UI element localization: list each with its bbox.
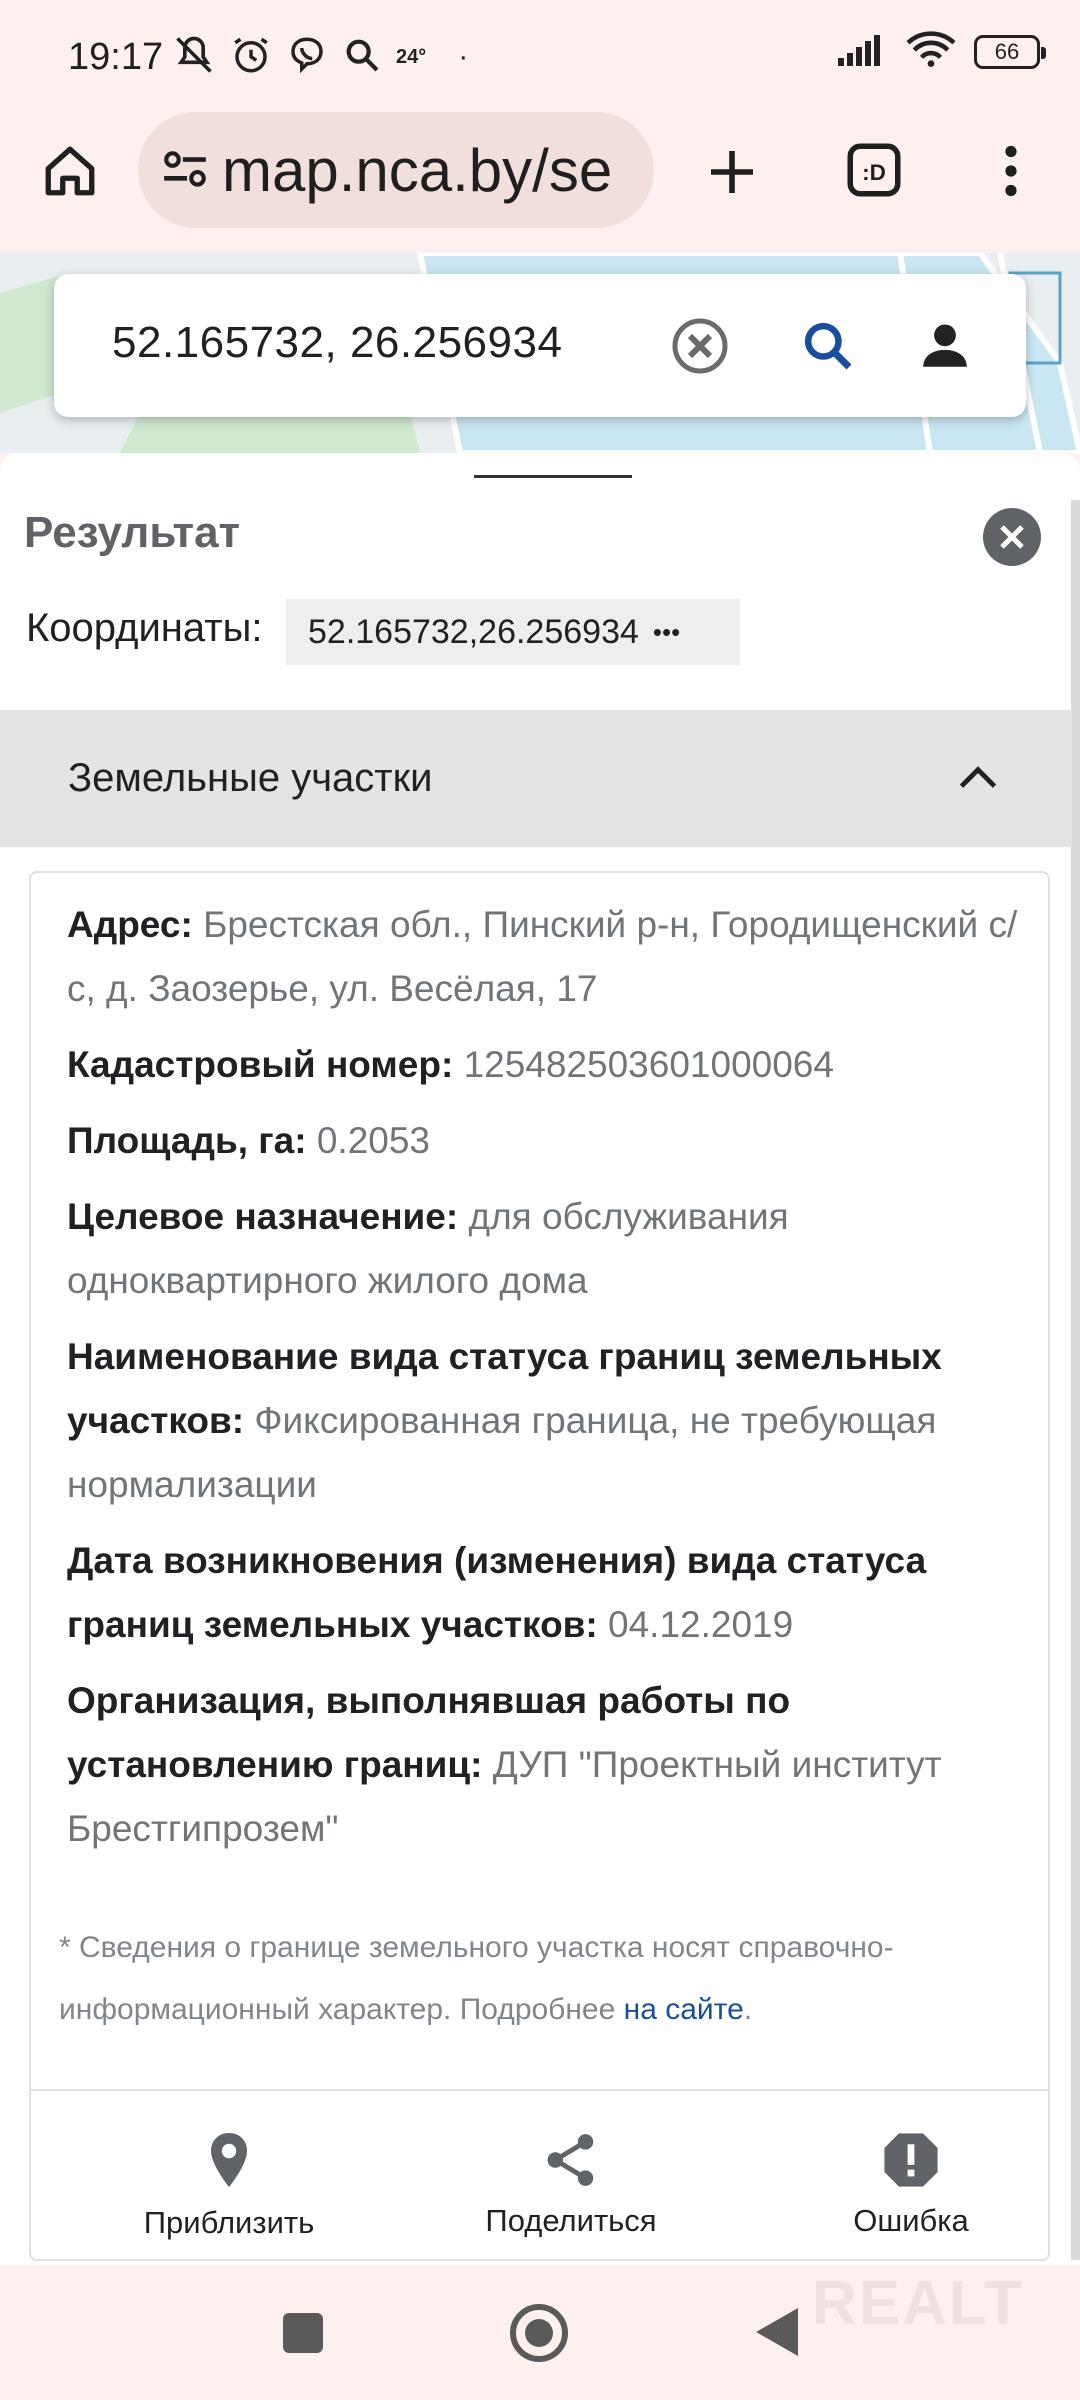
plus-icon	[711, 151, 753, 193]
new-tab-button[interactable]	[696, 136, 768, 208]
more-options-icon[interactable]: •••	[653, 617, 680, 648]
field-value: 0.2053	[316, 1120, 431, 1161]
parcel-fields: Адрес: Брестская обл., Пинский р-н, Горо…	[67, 893, 1027, 1873]
field-key: Кадастровый номер:	[67, 1044, 454, 1085]
error-icon	[884, 2133, 938, 2187]
share-button[interactable]: Поделиться	[401, 2091, 741, 2261]
coordinates-label: Координаты:	[26, 606, 263, 650]
field-key: Адрес:	[67, 904, 193, 945]
disclaimer-note: * Сведения о границе земельного участка …	[59, 1917, 1009, 2041]
panel-scrollbar[interactable]	[1071, 500, 1080, 2260]
status-right: 66	[838, 30, 1046, 73]
browser-menu-button[interactable]	[990, 138, 1032, 204]
field-address: Адрес: Брестская обл., Пинский р-н, Горо…	[67, 893, 1027, 1021]
home-button[interactable]	[38, 136, 102, 206]
url-text: map.nca.by/se	[222, 136, 613, 204]
field-key: Площадь, га:	[67, 1120, 307, 1161]
clear-search-button[interactable]	[670, 316, 730, 376]
svg-text::D: :D	[862, 160, 886, 185]
field-organization: Организация, выполнявшая работы по устан…	[67, 1669, 1027, 1861]
mute-icon	[172, 33, 216, 82]
more-info-link[interactable]: на сайте	[624, 1993, 744, 2026]
disclaimer-text: * Сведения о границе земельного участка …	[59, 1931, 894, 2026]
action-bar: Приблизить Поделиться Ошибка	[31, 2089, 1048, 2261]
search-input[interactable]: 52.165732, 26.256934	[112, 318, 562, 368]
share-icon	[547, 2134, 594, 2186]
share-label: Поделиться	[485, 2203, 657, 2238]
zoom-button[interactable]: Приблизить	[59, 2091, 399, 2261]
wifi-icon	[906, 30, 956, 73]
watermark: REALT	[812, 2269, 1025, 2338]
tab-switcher-button[interactable]: :D	[842, 138, 906, 202]
search-box: 52.165732, 26.256934	[54, 274, 1026, 417]
home-nav-button[interactable]	[508, 2302, 570, 2364]
back-nav-button[interactable]	[754, 2306, 800, 2358]
close-icon	[1000, 525, 1024, 549]
recents-button[interactable]	[282, 2312, 324, 2354]
report-error-button[interactable]: Ошибка	[741, 2091, 1080, 2261]
error-label: Ошибка	[853, 2203, 969, 2238]
accordion-title: Земельные участки	[68, 756, 433, 800]
field-key: Целевое назначение:	[67, 1196, 459, 1237]
field-value: 125482503601000064	[463, 1044, 834, 1085]
close-result-button[interactable]	[983, 508, 1041, 566]
signal-icon	[838, 32, 888, 71]
disclaimer-end: .	[743, 1993, 753, 2026]
account-button[interactable]	[916, 316, 974, 374]
field-area: Площадь, га: 0.2053	[67, 1109, 1027, 1173]
result-title: Результат	[24, 508, 241, 557]
field-cadastral-number: Кадастровый номер: 125482503601000064	[67, 1033, 1027, 1097]
chevron-up-icon	[956, 762, 1000, 797]
battery-icon: 66	[974, 34, 1046, 69]
dot-icon: ·	[458, 40, 469, 73]
back-triangle-icon	[756, 2308, 798, 2356]
location-pin-icon	[211, 2133, 247, 2187]
status-icons: 24° ·	[172, 32, 468, 82]
url-bar[interactable]: map.nca.by/se	[138, 112, 654, 228]
clear-icon	[672, 318, 728, 374]
field-status-date: Дата возникновения (изменения) вида стат…	[67, 1529, 1027, 1657]
status-time: 19:17	[68, 36, 164, 78]
parcel-card: Адрес: Брестская обл., Пинский р-н, Горо…	[29, 871, 1050, 2261]
person-icon	[923, 324, 967, 367]
viber-icon	[286, 34, 328, 81]
field-key: Дата возникновения (изменения) вида стат…	[67, 1540, 927, 1645]
field-boundary-status: Наименование вида статуса границ земельн…	[67, 1325, 1027, 1517]
circle-icon	[510, 2304, 568, 2362]
search-icon	[804, 322, 852, 370]
panel-drag-handle[interactable]	[474, 475, 632, 478]
zoom-label: Приблизить	[143, 2205, 315, 2240]
search-button[interactable]	[800, 318, 856, 374]
square-icon	[283, 2313, 323, 2353]
coordinates-chip[interactable]: 52.165732,26.256934 •••	[286, 599, 740, 665]
tabs-icon: :D	[847, 143, 901, 197]
field-value: 04.12.2019	[608, 1604, 794, 1645]
field-value: Брестская обл., Пинский р-н, Городищенск…	[67, 904, 1018, 1009]
coordinates-value: 52.165732,26.256934	[308, 612, 639, 651]
temperature: 24°	[396, 45, 427, 68]
more-vert-icon	[1005, 145, 1017, 197]
home-icon	[45, 146, 95, 196]
alarm-icon	[230, 34, 272, 81]
land-plots-accordion[interactable]: Земельные участки	[0, 710, 1072, 847]
search-status-icon	[342, 35, 382, 80]
site-settings-icon[interactable]	[160, 148, 210, 192]
field-purpose: Целевое назначение: для обслуживания одн…	[67, 1185, 1027, 1313]
